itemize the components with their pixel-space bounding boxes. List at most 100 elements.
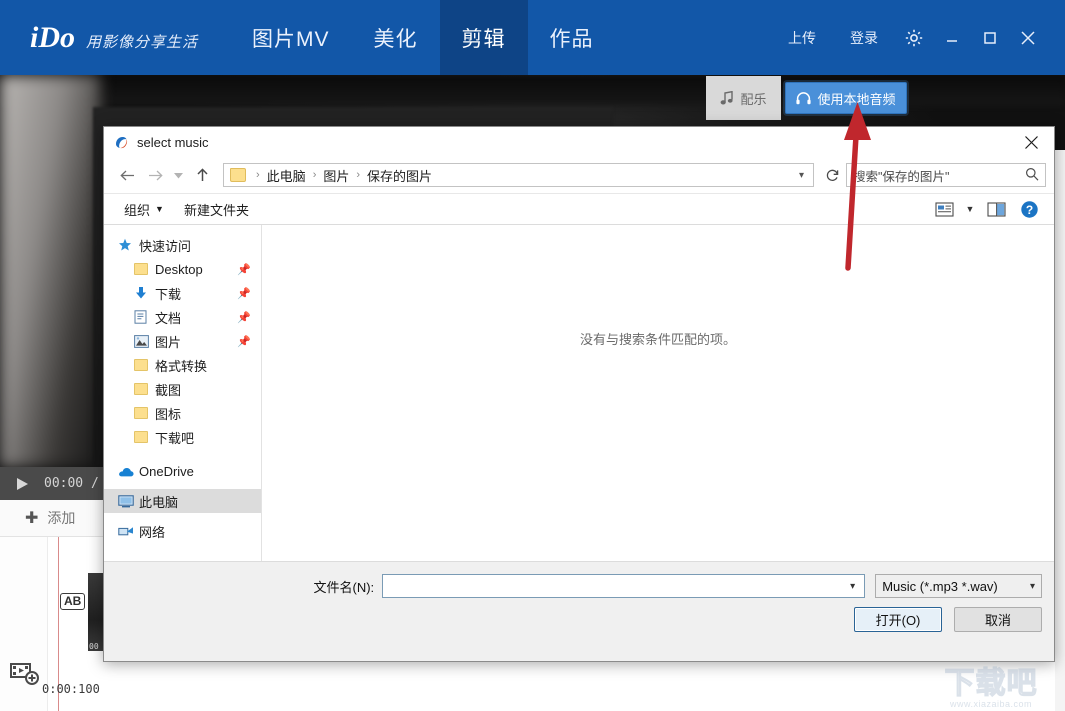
address-chevron-down-icon[interactable]: ▾ — [792, 170, 811, 181]
breadcrumb-address-bar[interactable]: › 此电脑 › 图片 › 保存的图片 ▾ — [223, 163, 814, 187]
brand-logo-text: iDo — [30, 20, 75, 54]
dialog-navigation-bar: › 此电脑 › 图片 › 保存的图片 ▾ 搜索"保存的图片" — [104, 157, 1054, 193]
dialog-command-bar: 组织 ▼ 新建文件夹 ▼ ? — [104, 193, 1054, 225]
folder-icon — [134, 383, 155, 395]
filename-input[interactable]: ▾ — [382, 574, 866, 598]
pin-icon[interactable]: 📌 — [237, 287, 251, 300]
tree-item-label: 截图 — [155, 382, 182, 398]
upload-button[interactable]: 上传 — [771, 28, 833, 48]
tree-item-label: 下载 — [155, 286, 182, 302]
svg-text:?: ? — [1025, 203, 1032, 217]
cancel-button-label: 取消 — [984, 613, 1011, 628]
tree-item-downloads[interactable]: 下载 📌 — [104, 281, 261, 305]
breadcrumb-item-2[interactable]: 保存的图片 — [365, 166, 434, 185]
tree-item-icons[interactable]: 图标 — [104, 401, 261, 425]
filetype-dropdown[interactable]: Music (*.mp3 *.wav) ▾ — [875, 574, 1042, 598]
bgm-library-label: 配乐 — [740, 91, 767, 107]
app-vertical-scrollbar[interactable] — [1055, 150, 1065, 711]
tree-item-quick-access[interactable]: 快速访问 — [104, 233, 261, 257]
forward-arrow-icon[interactable] — [142, 162, 168, 188]
select-music-dialog: select music › 此电脑 › 图片 › 保存的图片 ▾ 搜索"保存的… — [103, 126, 1055, 662]
document-icon — [134, 310, 155, 324]
tree-item-this-pc[interactable]: 此电脑 — [104, 489, 261, 513]
pin-icon[interactable]: 📌 — [237, 263, 251, 276]
add-media-label: 添加 — [47, 510, 76, 526]
tree-item-label: Desktop — [155, 261, 203, 277]
filename-input-field[interactable] — [387, 578, 846, 594]
close-icon[interactable] — [1009, 18, 1047, 58]
login-button[interactable]: 登录 — [833, 28, 895, 48]
folder-icon — [230, 168, 246, 182]
folder-icon — [134, 431, 155, 443]
nav-item-jianji[interactable]: 剪辑 — [439, 0, 528, 75]
tree-item-network[interactable]: 网络 — [104, 519, 261, 543]
nav-item-tupian-mv[interactable]: 图片MV — [230, 0, 352, 75]
back-arrow-icon[interactable] — [114, 162, 140, 188]
bgm-library-button[interactable]: 配乐 — [706, 76, 781, 120]
recent-locations-chevron-down-icon[interactable] — [170, 162, 187, 188]
maximize-icon[interactable] — [971, 18, 1009, 58]
breadcrumb-item-1[interactable]: 图片 — [321, 166, 351, 185]
app-icon — [114, 135, 129, 150]
playback-time: 00:00 / — [44, 476, 99, 491]
folder-icon — [134, 407, 155, 419]
transition-badge[interactable]: AB — [60, 593, 86, 610]
search-icon — [1025, 167, 1039, 184]
play-button[interactable] — [0, 467, 44, 500]
tree-item-label: 图标 — [155, 406, 182, 422]
gear-icon[interactable] — [895, 18, 933, 58]
dialog-footer: 文件名(N): ▾ Music (*.mp3 *.wav) ▾ 打开(O) 取消 — [104, 561, 1054, 661]
tree-item-screenshots[interactable]: 截图 — [104, 377, 261, 401]
transition-badge-label: AB — [60, 593, 86, 610]
tree-item-xiazaiba[interactable]: 下载吧 — [104, 425, 261, 449]
nav-label: 作品 — [549, 27, 594, 51]
file-list-pane[interactable]: 没有与搜索条件匹配的项。 — [262, 225, 1054, 561]
star-icon — [118, 238, 139, 252]
plus-icon: ✚ — [25, 510, 39, 527]
breadcrumb-item-0[interactable]: 此电脑 — [265, 166, 308, 185]
search-input[interactable]: 搜索"保存的图片" — [846, 163, 1046, 187]
computer-icon — [118, 494, 139, 508]
download-icon — [134, 286, 155, 300]
nav-item-meihua[interactable]: 美化 — [352, 0, 440, 75]
headphones-icon — [796, 91, 812, 104]
organize-menu-button[interactable]: 组织 ▼ — [114, 196, 174, 223]
tree-item-format-convert[interactable]: 格式转换 — [104, 353, 261, 377]
pin-icon[interactable]: 📌 — [237, 335, 251, 348]
new-folder-button[interactable]: 新建文件夹 — [174, 196, 259, 223]
tree-item-desktop[interactable]: Desktop 📌 — [104, 257, 261, 281]
filename-chevron-down-icon[interactable]: ▾ — [845, 581, 860, 592]
use-local-audio-button[interactable]: 使用本地音频 — [785, 82, 907, 114]
minimize-icon[interactable] — [933, 18, 971, 58]
music-note-icon — [721, 90, 734, 104]
view-layout-icon[interactable] — [929, 197, 959, 221]
dialog-close-button[interactable] — [1008, 127, 1054, 157]
breadcrumb-separator: › — [312, 169, 317, 181]
application-window: 00:00 / ✚ 添加 AB 00 0:00:100 iDo 用影像分享生活 … — [0, 0, 1065, 711]
tree-item-documents[interactable]: 文档 📌 — [104, 305, 261, 329]
timeline-timecode: 0:00:100 — [42, 682, 100, 696]
tree-item-onedrive[interactable]: OneDrive — [104, 459, 261, 483]
play-icon — [16, 477, 28, 490]
add-video-track-icon[interactable] — [9, 657, 41, 689]
preview-pane-icon[interactable] — [981, 197, 1011, 221]
open-button-label: 打开(O) — [875, 613, 921, 628]
navigation-tree: 快速访问 Desktop 📌 下载 📌 文档 📌 图片 📌 格式转换 截图 图标… — [104, 225, 262, 561]
filename-row: 文件名(N): ▾ Music (*.mp3 *.wav) ▾ — [104, 562, 1054, 598]
cancel-button[interactable]: 取消 — [954, 607, 1042, 632]
nav-label: 图片MV — [252, 27, 330, 51]
open-button[interactable]: 打开(O) — [854, 607, 942, 632]
nav-item-zuopin[interactable]: 作品 — [528, 0, 616, 75]
pictures-icon — [134, 334, 155, 348]
command-bar-right-group: ▼ ? — [929, 197, 1044, 221]
tree-item-pictures[interactable]: 图片 📌 — [104, 329, 261, 353]
folder-icon — [134, 263, 155, 275]
refresh-icon[interactable] — [820, 168, 844, 183]
brand-tagline: 用影像分享生活 — [86, 33, 199, 51]
view-chevron-down-icon[interactable]: ▼ — [962, 204, 978, 214]
help-icon[interactable]: ? — [1014, 197, 1044, 221]
use-local-audio-label: 使用本地音频 — [817, 91, 896, 107]
pin-icon[interactable]: 📌 — [237, 311, 251, 324]
up-arrow-icon[interactable] — [189, 162, 215, 188]
tree-item-label: OneDrive — [139, 463, 194, 479]
